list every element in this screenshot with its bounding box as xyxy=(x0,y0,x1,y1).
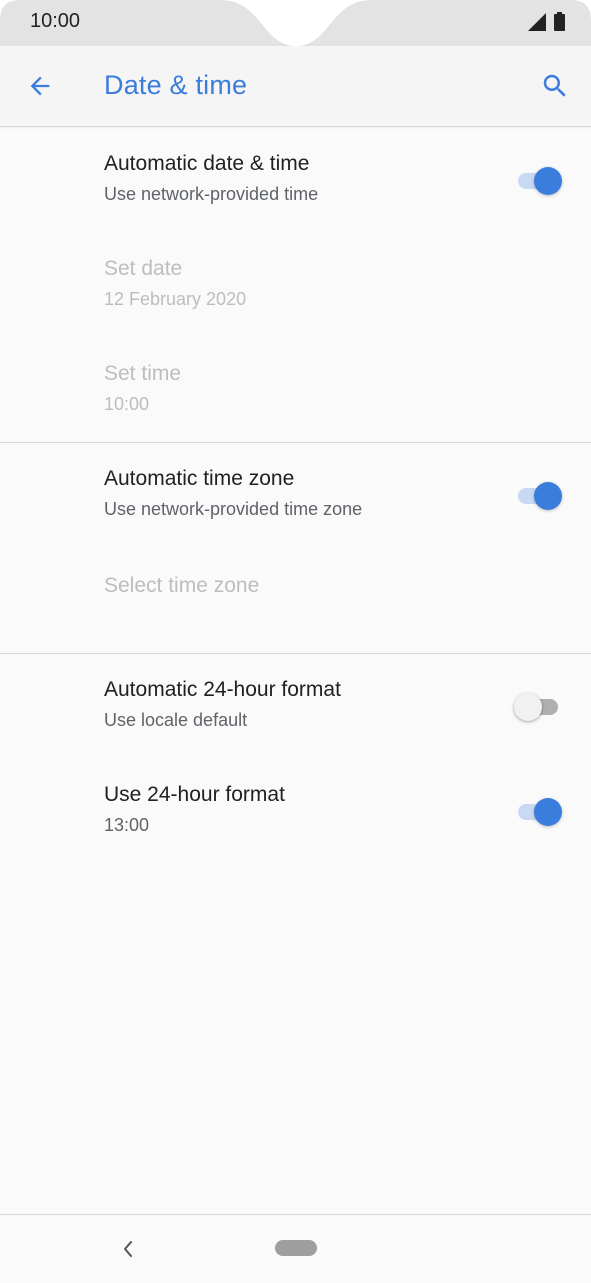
switch-thumb xyxy=(514,693,542,721)
signal-icon xyxy=(528,12,546,31)
setting-summary: Use network-provided time zone xyxy=(104,499,363,519)
setting-summary: Use locale default xyxy=(104,710,248,730)
notch-cutout xyxy=(0,0,591,46)
setting-set-time: Set time 10:00 xyxy=(0,336,591,440)
battery-icon xyxy=(554,12,565,31)
nav-back-button[interactable] xyxy=(116,1235,140,1263)
setting-automatic-24-hour-format[interactable]: Automatic 24-hour format Use locale defa… xyxy=(0,652,591,756)
setting-title: Set time xyxy=(104,362,182,385)
home-pill-icon[interactable] xyxy=(275,1240,317,1256)
automatic-time-zone-switch[interactable] xyxy=(516,481,564,511)
automatic-date-time-switch[interactable] xyxy=(516,166,564,196)
arrow-back-icon xyxy=(30,76,50,96)
nav-back-icon xyxy=(124,1241,132,1257)
setting-title: Set date xyxy=(104,257,183,280)
page-title: Date & time xyxy=(104,70,248,100)
setting-summary: Use network-provided time xyxy=(104,184,319,204)
setting-title: Select time zone xyxy=(104,574,260,597)
switch-thumb xyxy=(534,482,562,510)
setting-summary: 13:00 xyxy=(104,815,150,835)
switch-thumb xyxy=(534,798,562,826)
navigation-bar xyxy=(0,1214,591,1283)
switch-thumb xyxy=(534,167,562,195)
automatic-24-hour-format-switch[interactable] xyxy=(514,692,564,722)
setting-automatic-time-zone[interactable]: Automatic time zone Use network-provided… xyxy=(0,441,591,545)
status-time: 10:00 xyxy=(30,10,81,32)
setting-summary: 12 February 2020 xyxy=(104,289,247,309)
setting-title: Automatic 24-hour format xyxy=(104,678,341,701)
status-bar: 10:00 xyxy=(0,0,591,46)
setting-summary: 10:00 xyxy=(104,394,150,414)
setting-title: Automatic date & time xyxy=(104,152,310,175)
setting-title: Use 24-hour format xyxy=(104,783,285,806)
setting-select-time-zone: Select time zone xyxy=(0,546,591,650)
setting-title: Automatic time zone xyxy=(104,467,295,490)
setting-automatic-date-time[interactable]: Automatic date & time Use network-provid… xyxy=(0,126,591,230)
setting-use-24-hour-format[interactable]: Use 24-hour format 13:00 xyxy=(0,757,591,861)
search-icon xyxy=(543,74,566,97)
status-icons xyxy=(528,12,565,31)
app-bar: Date & time xyxy=(0,46,591,127)
back-button[interactable] xyxy=(22,68,58,104)
setting-set-date: Set date 12 February 2020 xyxy=(0,231,591,335)
search-button[interactable] xyxy=(537,68,573,104)
use-24-hour-format-switch[interactable] xyxy=(516,797,564,827)
